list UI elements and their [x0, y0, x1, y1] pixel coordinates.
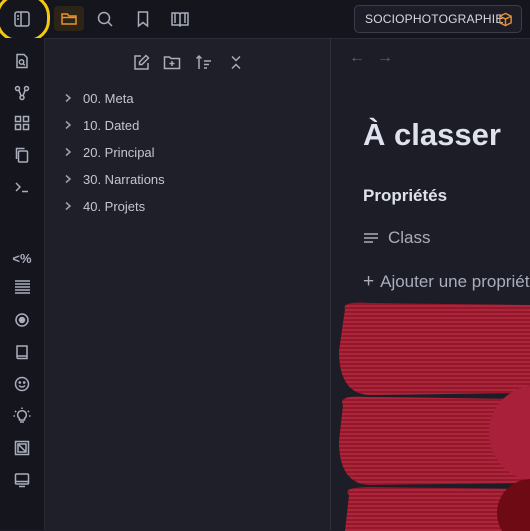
properties-heading[interactable]: Propriétés [363, 186, 447, 206]
bulb-button[interactable] [11, 405, 33, 427]
chevron-right-icon [63, 93, 77, 103]
file-explorer-tab[interactable] [54, 6, 84, 31]
new-folder-icon [163, 55, 181, 69]
add-property-button[interactable]: + Ajouter une propriété [363, 271, 530, 293]
graph-view-button[interactable] [11, 82, 33, 104]
file-search-button[interactable] [11, 50, 33, 72]
new-note-icon [133, 53, 150, 70]
monitor-button[interactable] [11, 469, 33, 491]
sort-button[interactable] [193, 51, 215, 73]
property-row[interactable]: Class [363, 228, 431, 248]
reading-tab[interactable] [167, 7, 193, 31]
collapse-icon [231, 55, 241, 69]
property-name: Class [388, 228, 431, 247]
copy-icon [15, 147, 29, 163]
search-icon [97, 11, 113, 27]
folder-item[interactable]: 00. Meta [63, 88, 134, 108]
folder-label: 10. Dated [83, 117, 140, 133]
graph-icon [14, 85, 30, 101]
note-image [331, 301, 530, 531]
chevron-right-icon [63, 174, 77, 184]
sidebar-toggle-icon [14, 11, 30, 27]
bookmarks-tab[interactable] [131, 7, 155, 31]
sidebar-toggle-button[interactable] [10, 7, 34, 31]
folder-icon [61, 12, 77, 25]
folder-label: 40. Projets [83, 198, 146, 214]
add-property-label: Ajouter une propriété [380, 272, 530, 291]
list-icon [14, 280, 30, 294]
book-button[interactable] [11, 341, 33, 363]
monitor-icon [14, 473, 30, 488]
bookmark-icon [137, 11, 149, 28]
canvas-button[interactable] [11, 112, 33, 134]
template-icon: <% [12, 250, 32, 266]
folder-item[interactable]: 40. Projets [63, 196, 145, 216]
folder-item[interactable]: 20. Principal [63, 142, 155, 162]
folder-label: 30. Narrations [83, 171, 165, 187]
new-note-button[interactable] [130, 51, 152, 73]
plus-icon: + [363, 271, 375, 292]
folder-label: 00. Meta [83, 90, 134, 106]
terminal-button[interactable] [11, 176, 33, 198]
chevron-right-icon [63, 201, 77, 211]
back-button[interactable]: ← [349, 49, 365, 67]
smile-icon [14, 376, 30, 392]
new-folder-button[interactable] [161, 51, 183, 73]
bulb-icon [13, 407, 31, 423]
target-icon [15, 313, 29, 327]
terminal-icon [15, 182, 28, 193]
text-property-icon [363, 231, 379, 245]
smile-button[interactable] [11, 373, 33, 395]
file-search-icon [16, 53, 28, 69]
folder-label: 20. Principal [83, 144, 155, 160]
sort-icon [195, 54, 211, 69]
vault-switcher-button[interactable]: SOCIOPHOTOGRAPHIE [354, 5, 522, 33]
collapse-all-button[interactable] [225, 51, 247, 73]
vault-name: SOCIOPHOTOGRAPHIE [365, 12, 504, 26]
layers-button[interactable] [11, 437, 33, 459]
forward-button[interactable]: → [377, 49, 393, 67]
target-button[interactable] [11, 309, 33, 331]
ribbon: <% [0, 38, 44, 530]
note-title[interactable]: À classer [363, 117, 501, 153]
layers-icon [14, 440, 30, 456]
folder-item[interactable]: 10. Dated [63, 115, 139, 135]
file-explorer: 00. Meta 10. Dated 20. Principal 30. Nar… [45, 38, 330, 531]
list-button[interactable] [11, 276, 33, 298]
title-bar: SOCIOPHOTOGRAPHIE [0, 0, 530, 42]
folder-item[interactable]: 30. Narrations [63, 169, 165, 189]
layout-grid-icon [14, 115, 30, 131]
copy-button[interactable] [11, 144, 33, 166]
chevron-right-icon [63, 120, 77, 130]
chevron-right-icon [63, 147, 77, 157]
template-button[interactable]: <% [8, 247, 36, 269]
book-open-icon [171, 12, 189, 28]
cube-icon [498, 12, 513, 30]
book-icon [16, 345, 28, 360]
search-tab[interactable] [93, 7, 117, 31]
note-view: ← → À classer Propriétés Class + Ajouter… [331, 38, 530, 531]
